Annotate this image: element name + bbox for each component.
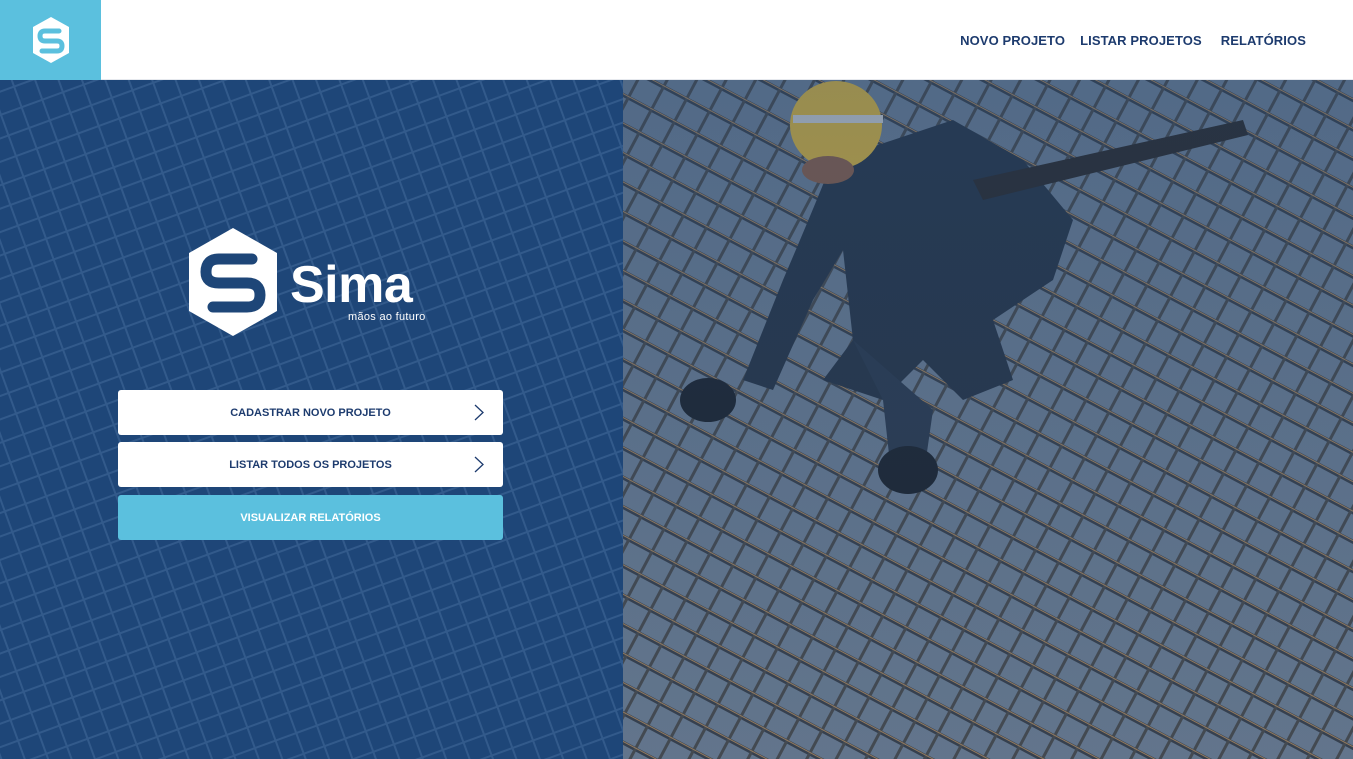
nav-list-projects[interactable]: LISTAR PROJETOS [1080,33,1202,48]
brand-tagline: mãos ao futuro [348,311,426,323]
list-projects-button[interactable]: LISTAR TODOS OS PROJETOS [118,442,503,487]
register-project-button[interactable]: CADASTRAR NOVO PROJETO [118,390,503,435]
nav-reports[interactable]: RELATÓRIOS [1221,33,1306,48]
register-project-label: CADASTRAR NOVO PROJETO [230,406,391,419]
chevron-right-icon [474,404,484,421]
main-nav: NOVO PROJETO LISTAR PROJETOS RELATÓRIOS [960,0,1306,80]
brand-logo: Sima mãos ao futuro [186,225,446,340]
logo-link[interactable] [0,0,101,80]
left-panel: Sima mãos ao futuro CADASTRAR NOVO PROJE… [0,80,623,759]
sima-emblem-icon [189,228,277,336]
list-projects-label: LISTAR TODOS OS PROJETOS [229,458,392,471]
top-header: NOVO PROJETO LISTAR PROJETOS RELATÓRIOS [0,0,1353,80]
view-reports-button[interactable]: VISUALIZAR RELATÓRIOS [118,495,503,540]
brand-name: Sima [290,256,413,314]
construction-worker-rebar-image [623,80,1353,759]
chevron-right-icon [474,456,484,473]
sima-logo-icon [32,17,69,63]
nav-new-project[interactable]: NOVO PROJETO [960,33,1065,48]
view-reports-label: VISUALIZAR RELATÓRIOS [240,511,381,524]
hero-photo [623,80,1353,759]
